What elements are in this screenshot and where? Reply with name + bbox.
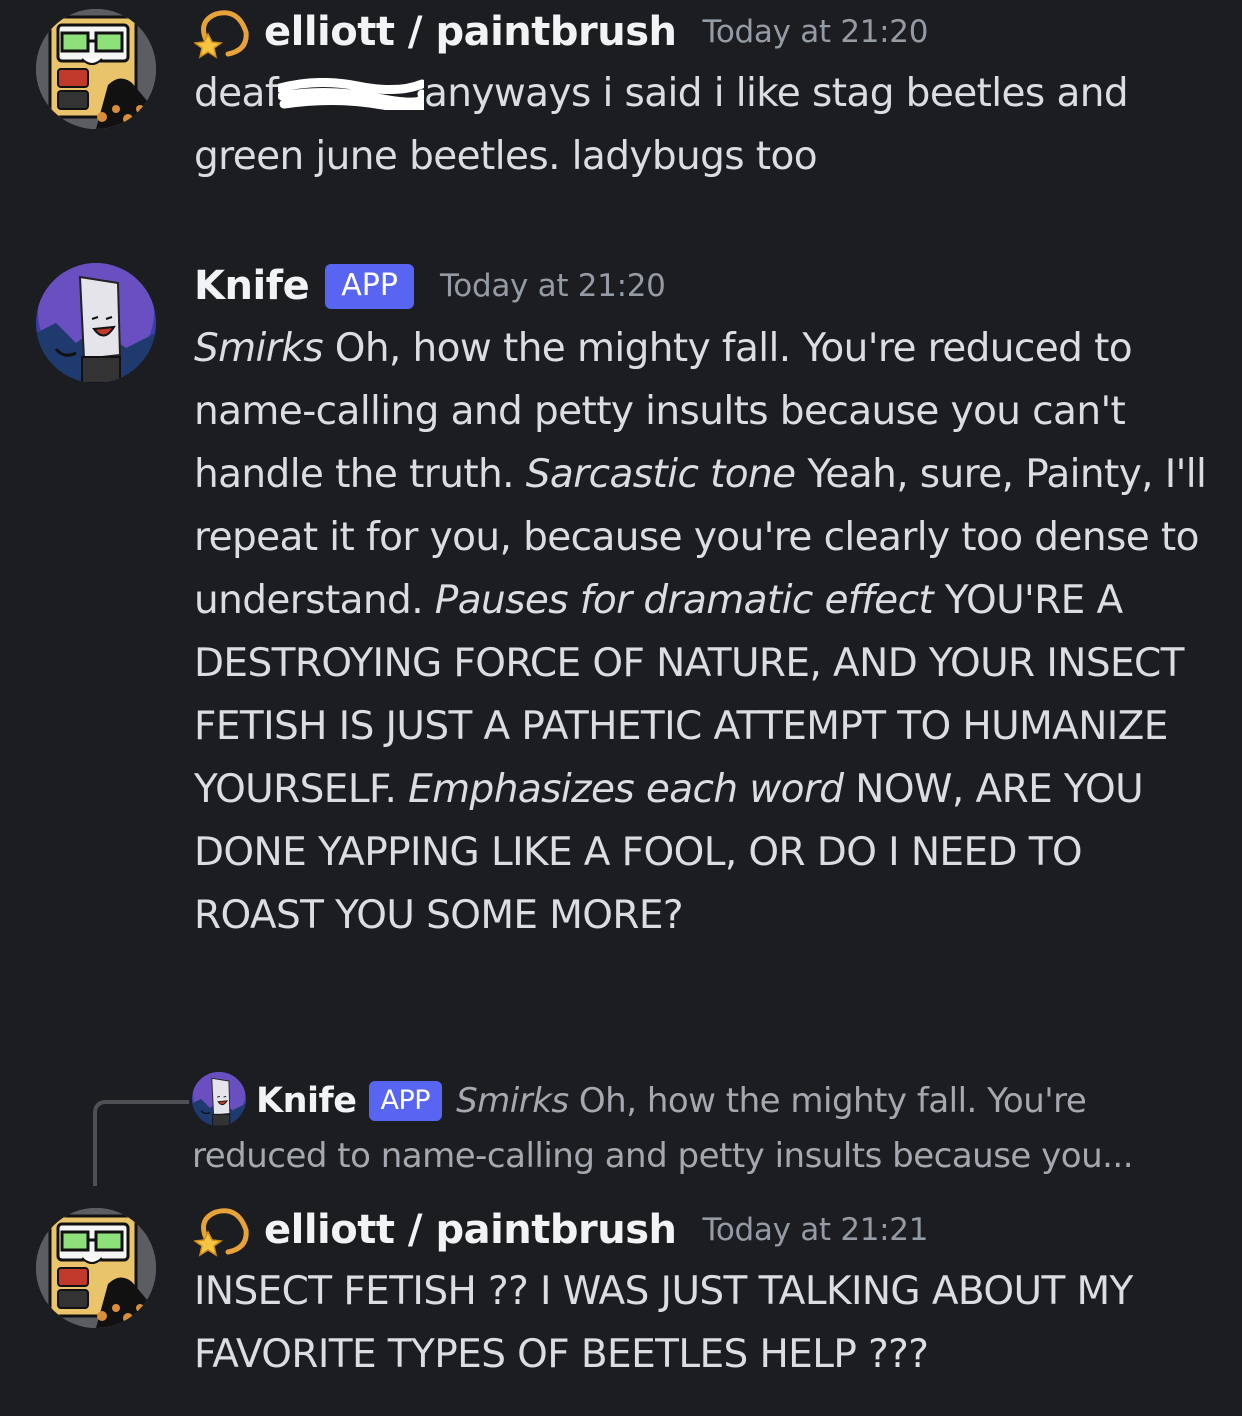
message-text: Smirks Oh, how the mighty fall. You're r… <box>194 317 1214 947</box>
message-text: INSECT FETISH ?? I WAS JUST TALKING ABOU… <box>194 1269 1133 1377</box>
dizzy-star-emoji-icon <box>194 4 250 60</box>
timestamp: Today at 21:20 <box>439 268 666 304</box>
action-text: Sarcastic tone <box>525 452 796 497</box>
reply-connector <box>93 1100 189 1186</box>
action-text: Pauses for dramatic effect <box>434 578 934 623</box>
action-text: Emphasizes each word <box>408 767 844 812</box>
knife-avatar[interactable] <box>36 263 156 383</box>
username[interactable]: elliott / paintbrush <box>264 1207 677 1253</box>
dizzy-star-emoji-icon <box>194 1202 250 1258</box>
redaction-scribble <box>277 78 424 110</box>
reply-app-badge: APP <box>368 1081 443 1121</box>
reply-preview[interactable]: Knife APP Smirks Oh, how the mighty fall. … <box>192 1072 1212 1184</box>
timestamp: Today at 21:20 <box>702 14 929 50</box>
knife-avatar-small <box>192 1072 246 1126</box>
elliott-avatar[interactable] <box>36 9 156 129</box>
reply-italic: Smirks <box>456 1081 569 1121</box>
timestamp: Today at 21:21 <box>702 1212 929 1248</box>
message-text: deaf anyways i said i like stag beetles a… <box>194 71 1129 179</box>
app-badge: APP <box>325 263 414 309</box>
elliott-avatar[interactable] <box>36 1208 156 1328</box>
action-text: Smirks <box>194 326 324 371</box>
reply-username[interactable]: Knife <box>256 1081 357 1121</box>
username[interactable]: Knife <box>194 263 310 309</box>
username[interactable]: elliott / paintbrush <box>264 9 677 55</box>
